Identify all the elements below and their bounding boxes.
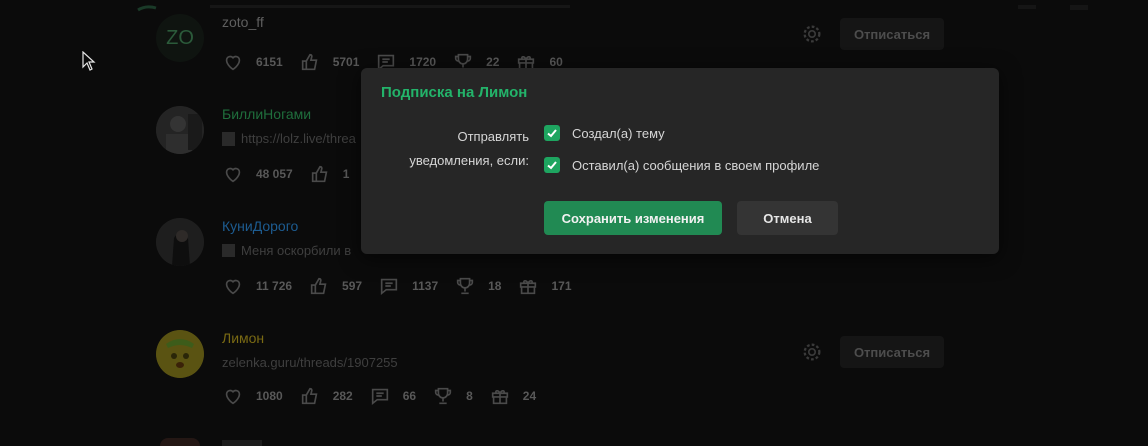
checkbox-profile-messages[interactable] <box>544 157 560 173</box>
message-icon <box>380 278 398 296</box>
stat-likes-value: 1080 <box>256 389 283 403</box>
top-bar-fragment <box>0 0 1148 12</box>
stat-thumbs-value: 597 <box>342 279 363 293</box>
stat-likes: 48 057 <box>222 163 293 185</box>
trophy-icon <box>456 277 474 295</box>
unsubscribe-button[interactable]: Отписаться <box>840 18 944 50</box>
message-icon <box>371 388 388 406</box>
stat-thumbs: 282 <box>299 385 353 407</box>
option-profile-messages[interactable]: Оставил(а) сообщения в своем профиле <box>544 157 819 173</box>
thumbs-up-icon <box>311 165 328 183</box>
thread-link[interactable]: https://lolz.live/threa <box>222 131 356 146</box>
gear-icon[interactable] <box>801 341 823 363</box>
document-icon <box>222 131 235 146</box>
heart-icon <box>225 167 241 183</box>
thread-link[interactable]: zelenka.guru/threads/1907255 <box>222 355 398 370</box>
avatar[interactable] <box>156 330 204 378</box>
stat-likes-value: 6151 <box>256 55 283 69</box>
cancel-button[interactable]: Отмена <box>737 201 838 235</box>
heart-icon <box>225 55 241 71</box>
stat-trophies: 8 <box>432 385 473 407</box>
thread-link-text: https://lolz.live/threa <box>241 131 356 146</box>
option-created-thread[interactable]: Создал(а) тему <box>544 125 665 141</box>
user-stats: 11 726 597 1137 18 171 <box>222 274 588 298</box>
stat-gifts-value: 60 <box>549 55 563 69</box>
gear-icon[interactable] <box>801 23 823 45</box>
avatar[interactable] <box>156 218 204 266</box>
thumbs-up-icon <box>301 387 318 405</box>
dialog-title: Подписка на Лимон <box>381 84 528 101</box>
thumbs-up-icon <box>301 53 318 71</box>
stat-likes: 11 726 <box>222 275 292 297</box>
username-link[interactable]: Лимон <box>222 330 264 346</box>
thumbs-up-icon <box>310 277 327 295</box>
stat-thumbs: 597 <box>308 275 362 297</box>
username-link[interactable]: zoto_ff <box>222 14 264 30</box>
stat-likes-value: 11 726 <box>256 279 293 293</box>
stat-likes: 1080 <box>222 385 283 407</box>
stat-messages-value: 1720 <box>409 55 437 69</box>
avatar[interactable] <box>156 106 204 154</box>
stat-likes-value: 48 057 <box>256 167 293 181</box>
gift-icon <box>520 280 537 295</box>
stat-messages-value: 66 <box>402 389 417 403</box>
gift-icon <box>491 390 508 405</box>
thread-link-text: Меня оскорбили в <box>241 243 352 258</box>
stat-messages: 66 <box>369 385 416 407</box>
notify-label: Отправлять уведомления, если: <box>409 129 529 168</box>
user-stats: 1080 282 66 8 24 <box>222 384 552 408</box>
stat-trophies-value: 22 <box>486 55 500 69</box>
username-partial <box>222 440 262 446</box>
username-link[interactable]: БиллиНогами <box>222 106 311 122</box>
trophy-icon <box>434 387 452 405</box>
username-link[interactable]: КуниДорого <box>222 218 298 234</box>
stat-messages-value: 1137 <box>412 279 439 293</box>
stat-trophies-value: 18 <box>488 279 502 293</box>
stat-gifts-value: 171 <box>551 279 572 293</box>
heart-icon <box>225 389 241 405</box>
stat-thumbs-value: 5701 <box>332 55 360 69</box>
heart-icon <box>225 279 241 295</box>
thread-link[interactable]: Меня оскорбили в <box>222 243 351 258</box>
unsubscribe-button[interactable]: Отписаться <box>840 336 944 368</box>
option-profile-messages-label: Оставил(а) сообщения в своем профиле <box>572 157 820 173</box>
stat-messages: 1137 <box>378 275 438 297</box>
stat-thumbs: 1 <box>309 163 350 185</box>
list-item: Лимон zelenka.guru/threads/1907255 1080 … <box>156 330 956 410</box>
checkmark-icon <box>547 161 557 170</box>
avatar-initials: ZO <box>166 26 194 49</box>
subscription-dialog: Подписка на Лимон Отправлять уведомления… <box>361 68 999 254</box>
stat-likes: 6151 <box>222 51 283 73</box>
stat-trophies: 18 <box>454 275 501 297</box>
stat-gifts: 24 <box>489 385 536 407</box>
image-icon <box>222 244 235 257</box>
stat-thumbs-value: 282 <box>332 389 353 403</box>
stat-gifts: 171 <box>517 275 572 297</box>
avatar[interactable]: ZO <box>156 14 204 62</box>
stat-thumbs-value: 1 <box>342 167 350 181</box>
stat-trophies-value: 8 <box>466 389 473 403</box>
checkmark-icon <box>547 129 557 138</box>
stat-thumbs: 5701 <box>299 51 360 73</box>
option-created-thread-label: Создал(а) тему <box>572 125 665 141</box>
stat-gifts-value: 24 <box>522 389 537 403</box>
mouse-cursor-icon <box>82 50 96 76</box>
checkbox-created-thread[interactable] <box>544 125 560 141</box>
user-stats: 48 057 1 <box>222 162 365 186</box>
avatar-partial <box>160 438 200 446</box>
save-changes-button[interactable]: Сохранить изменения <box>544 201 722 235</box>
